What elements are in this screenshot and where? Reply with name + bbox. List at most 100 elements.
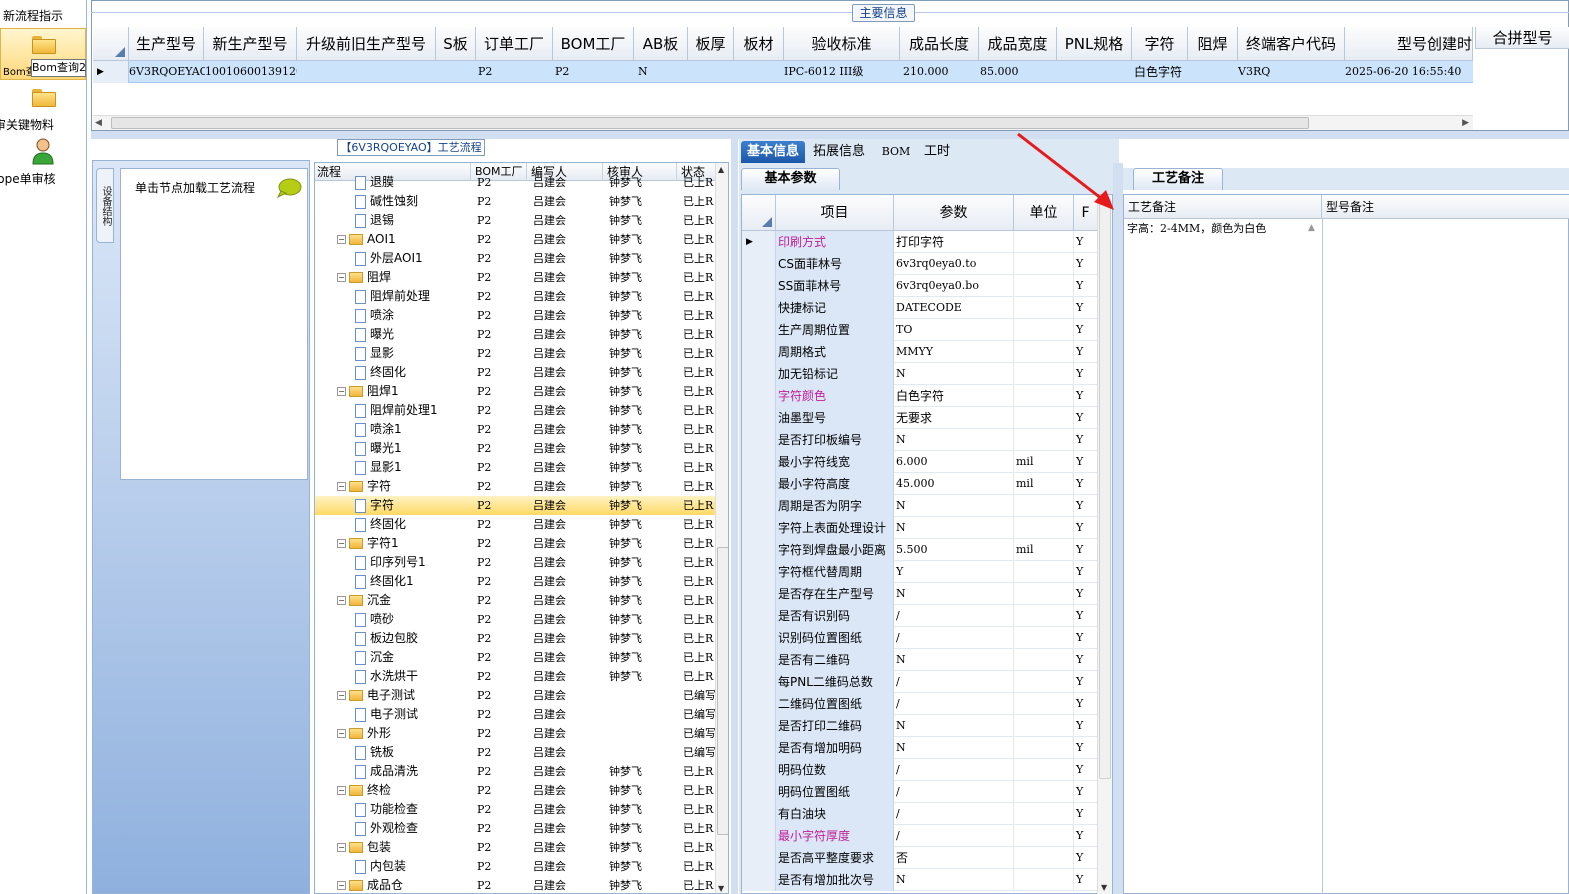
cell-model[interactable]: 6V3RQOEYAO <box>125 61 205 83</box>
param-row[interactable]: 是否有识别码 / Y <box>742 605 1112 627</box>
param-row[interactable]: 是否打印板编号 N Y <box>742 429 1112 451</box>
tree-row[interactable]: 退膜 P2 吕建会 钟梦飞 已上R <box>315 173 728 192</box>
param-row[interactable]: 字符上表面处理设计 N Y <box>742 517 1112 539</box>
tree-row[interactable]: 沉金 P2 吕建会 钟梦飞 已上R <box>315 648 728 667</box>
col-header[interactable]: 生产型号 <box>129 27 204 61</box>
param-row[interactable]: 有白油块 / Y <box>742 803 1112 825</box>
param-row[interactable]: 明码位数 / Y <box>742 759 1112 781</box>
tree-folder-row[interactable]: − AOI1 P2 吕建会 钟梦飞 已上R <box>315 230 728 249</box>
param-value[interactable]: 6v3rq0eya0.to <box>894 253 1014 275</box>
collapse-icon[interactable]: − <box>337 843 346 852</box>
tree-row[interactable]: 印序列号1 P2 吕建会 钟梦飞 已上R <box>315 553 728 572</box>
collapse-icon[interactable]: − <box>337 596 346 605</box>
collapse-icon[interactable]: − <box>337 387 346 396</box>
tree-row[interactable]: 板边包胶 P2 吕建会 钟梦飞 已上R <box>315 629 728 648</box>
param-value[interactable]: / <box>894 605 1014 627</box>
tree-row[interactable]: 退锡 P2 吕建会 钟梦飞 已上R <box>315 211 728 230</box>
param-value[interactable]: MMYY <box>894 341 1014 363</box>
col-header[interactable]: 板厚 <box>688 27 734 61</box>
param-row[interactable]: 最小字符厚度 / Y <box>742 825 1112 847</box>
param-value[interactable]: 6.000 <box>894 451 1014 473</box>
scroll-up-icon[interactable]: ▲ <box>1308 223 1315 233</box>
tree-row[interactable]: 功能检查 P2 吕建会 钟梦飞 已上R <box>315 800 728 819</box>
col-header[interactable]: 终端客户代码 <box>1238 27 1345 61</box>
tree-row[interactable]: 曝光 P2 吕建会 钟梦飞 已上R <box>315 325 728 344</box>
param-row[interactable]: 最小字符高度 45.000 mil Y <box>742 473 1112 495</box>
tree-row[interactable]: 阻焊前处理1 P2 吕建会 钟梦飞 已上R <box>315 401 728 420</box>
col-header[interactable]: AB板 <box>634 27 688 61</box>
tree-row[interactable]: 电子测试 P2 吕建会 已编写 <box>315 705 728 724</box>
tree-row[interactable]: 字符 P2 吕建会 钟梦飞 已上R <box>315 496 728 515</box>
param-value[interactable]: 无要求 <box>894 407 1014 429</box>
process-remark-text[interactable]: 字高：2-4MM，颜色为白色 <box>1127 220 1266 236</box>
param-row[interactable]: ▶ 印刷方式 打印字符 Y <box>742 231 1112 253</box>
process-remarks-tab[interactable]: 工艺备注 <box>1133 168 1223 190</box>
param-row[interactable]: 是否有增加批次号 N Y <box>742 869 1112 891</box>
tree-folder-row[interactable]: − 电子测试 P2 吕建会 已编写 <box>315 686 728 705</box>
cell-acceptance[interactable]: IPC-6012 III级 <box>780 61 896 83</box>
param-value[interactable]: 6v3rq0eya0.bo <box>894 275 1014 297</box>
cell-character[interactable]: 白色字符 <box>1130 61 1190 83</box>
param-row[interactable]: 加无铅标记 N Y <box>742 363 1112 385</box>
col-header[interactable]: BOM工厂 <box>553 27 634 61</box>
tree-row[interactable]: 阻焊前处理 P2 吕建会 钟梦飞 已上R <box>315 287 728 306</box>
param-value[interactable]: 5.500 <box>894 539 1014 561</box>
param-value[interactable]: / <box>894 627 1014 649</box>
horizontal-scrollbar[interactable]: ◀ ▶ <box>93 115 1473 130</box>
param-row[interactable]: 最小字符线宽 6.000 mil Y <box>742 451 1112 473</box>
cell-order-factory[interactable]: P2 <box>474 61 514 83</box>
params-col-header[interactable]: 参数 <box>894 195 1014 231</box>
tree-folder-row[interactable]: − 字符1 P2 吕建会 钟梦飞 已上R <box>315 534 728 553</box>
col-header[interactable]: 阻焊 <box>1188 27 1238 61</box>
tree-row[interactable]: 成品清洗 P2 吕建会 钟梦飞 已上R <box>315 762 728 781</box>
param-value[interactable]: N <box>894 583 1014 605</box>
process-tree-grid[interactable]: 流程 BOM工厂 编写人 核审人 状态 退膜 P2 吕建会 钟梦飞 已上R 碱性蚀刻 P2 吕… <box>314 162 729 894</box>
param-value[interactable]: N <box>894 517 1014 539</box>
sidebar-item-key-material[interactable]: 审关键物料 <box>0 86 86 132</box>
param-value[interactable]: / <box>894 671 1014 693</box>
cell-new-model[interactable]: 10010600139120 <box>201 61 297 83</box>
param-row[interactable]: 周期格式 MMYY Y <box>742 341 1112 363</box>
sidebar-item-tope-review[interactable]: Tope单审核 <box>0 136 86 188</box>
merge-model-header[interactable]: 合拼型号 <box>1475 27 1569 49</box>
collapse-icon[interactable]: − <box>337 482 346 491</box>
cell-length[interactable]: 210.000 <box>899 61 975 83</box>
basic-params-grid[interactable]: 项目 参数 单位 F ▶ 印刷方式 打印字符 Y CS面菲林号 6v3rq0eya0.to… <box>741 194 1113 894</box>
tree-row[interactable]: 内包装 P2 吕建会 钟梦飞 已上R <box>315 857 728 876</box>
tree-folder-row[interactable]: − 字符 P2 吕建会 钟梦飞 已上R <box>315 477 728 496</box>
param-value[interactable]: 白色字符 <box>894 385 1014 407</box>
scroll-thumb[interactable] <box>1099 199 1111 779</box>
collapse-icon[interactable]: − <box>337 273 346 282</box>
params-col-header[interactable]: 项目 <box>776 195 894 231</box>
scroll-right-icon[interactable]: ▶ <box>1462 118 1469 128</box>
param-row[interactable]: 明码位置图纸 / Y <box>742 781 1112 803</box>
col-header[interactable]: 字符 <box>1132 27 1188 61</box>
tree-folder-row[interactable]: − 成品仓 P2 吕建会 钟梦飞 已上R <box>315 876 728 893</box>
model-remark-header[interactable]: 型号备注 <box>1322 195 1569 219</box>
scroll-down-icon[interactable]: ▼ <box>718 884 724 893</box>
param-value[interactable]: 否 <box>894 847 1014 869</box>
param-value[interactable]: N <box>894 363 1014 385</box>
param-row[interactable]: 二维码位置图纸 / Y <box>742 693 1112 715</box>
vertical-splitter[interactable] <box>731 139 738 894</box>
scroll-down-icon[interactable]: ▼ <box>1101 883 1107 892</box>
tree-row[interactable]: 喷砂 P2 吕建会 钟梦飞 已上R <box>315 610 728 629</box>
tree-row[interactable]: 水洗烘干 P2 吕建会 钟梦飞 已上R <box>315 667 728 686</box>
tab-basic-info[interactable]: 基本信息 <box>741 141 805 163</box>
cell-bom-factory[interactable]: P2 <box>551 61 591 83</box>
col-header[interactable]: 订单工厂 <box>476 27 553 61</box>
col-header[interactable]: 新生产型号 <box>204 27 297 61</box>
param-row[interactable]: 生产周期位置 TO Y <box>742 319 1112 341</box>
param-row[interactable]: 是否有二维码 N Y <box>742 649 1112 671</box>
tree-row[interactable]: 终固化 P2 吕建会 钟梦飞 已上R <box>315 363 728 382</box>
tree-folder-row[interactable]: − 终检 P2 吕建会 钟梦飞 已上R <box>315 781 728 800</box>
scroll-thumb[interactable] <box>717 547 728 835</box>
tree-folder-row[interactable]: − 包装 P2 吕建会 钟梦飞 已上R <box>315 838 728 857</box>
param-value[interactable]: / <box>894 803 1014 825</box>
process-remark-header[interactable]: 工艺备注 <box>1124 195 1322 219</box>
param-value[interactable]: N <box>894 869 1014 891</box>
param-row[interactable]: SS面菲林号 6v3rq0eya0.bo Y <box>742 275 1112 297</box>
tree-row[interactable]: 喷涂 P2 吕建会 钟梦飞 已上R <box>315 306 728 325</box>
param-value[interactable]: N <box>894 737 1014 759</box>
col-header[interactable]: 成品长度 <box>900 27 979 61</box>
